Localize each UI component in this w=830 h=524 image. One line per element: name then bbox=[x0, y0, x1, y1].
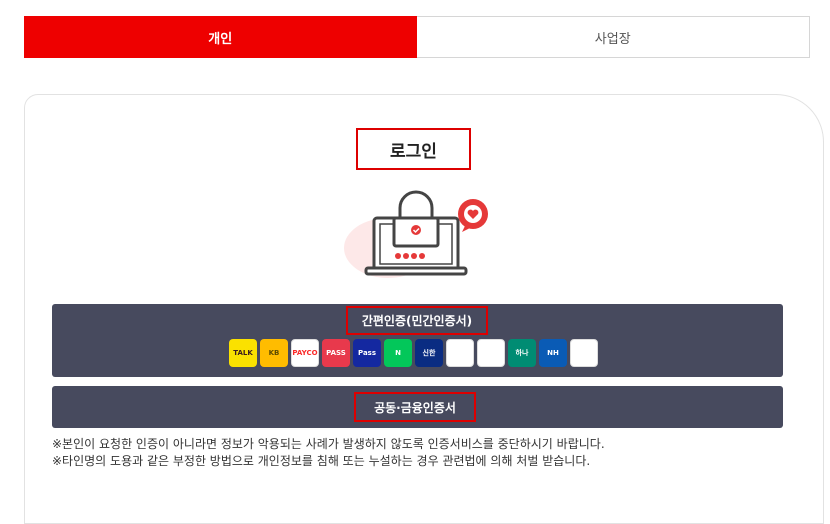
notice-line: ※타인명의 도용과 같은 부정한 방법으로 개인정보를 침해 또는 누설하는 경… bbox=[52, 454, 591, 468]
notice-line: ※본인이 요청한 인증이 아니라면 정보가 악용되는 사례가 발생하지 않도록 … bbox=[52, 437, 605, 451]
toss-icon[interactable] bbox=[446, 339, 474, 367]
naver-icon[interactable]: N bbox=[384, 339, 412, 367]
hana-bank-icon[interactable]: 하나 bbox=[508, 339, 536, 367]
page-title: 로그인 bbox=[356, 128, 471, 170]
banksalad-icon[interactable] bbox=[477, 339, 505, 367]
pass-icon[interactable]: PASS bbox=[322, 339, 350, 367]
joint-financial-auth-button[interactable]: 공동·금융인증서 bbox=[52, 386, 783, 428]
laptop-lock-icon bbox=[344, 190, 488, 278]
joint-auth-label: 공동·금융인증서 bbox=[354, 392, 476, 422]
simple-auth-button[interactable]: 간편인증(민간인증서) TALK KB PAYCO PASS Pass N 신한 하나 NH bbox=[52, 304, 783, 377]
shinhan-icon[interactable]: 신한 bbox=[415, 339, 443, 367]
tab-business[interactable]: 사업장 bbox=[416, 16, 810, 58]
notice-text: ※본인이 요청한 인증이 아니라면 정보가 악용되는 사례가 발생하지 않도록 … bbox=[52, 436, 605, 470]
payco-icon[interactable]: PAYCO bbox=[291, 339, 319, 367]
simple-auth-label: 간편인증(민간인증서) bbox=[346, 306, 488, 335]
woori-bank-icon[interactable] bbox=[570, 339, 598, 367]
kb-bank-icon[interactable]: KB bbox=[260, 339, 288, 367]
samsung-pass-icon[interactable]: Pass bbox=[353, 339, 381, 367]
auth-provider-list: TALK KB PAYCO PASS Pass N 신한 하나 NH bbox=[229, 339, 598, 367]
nh-bank-icon[interactable]: NH bbox=[539, 339, 567, 367]
tab-bar: 개인 사업장 bbox=[24, 16, 810, 58]
tab-personal[interactable]: 개인 bbox=[24, 16, 417, 58]
kakao-icon[interactable]: TALK bbox=[229, 339, 257, 367]
